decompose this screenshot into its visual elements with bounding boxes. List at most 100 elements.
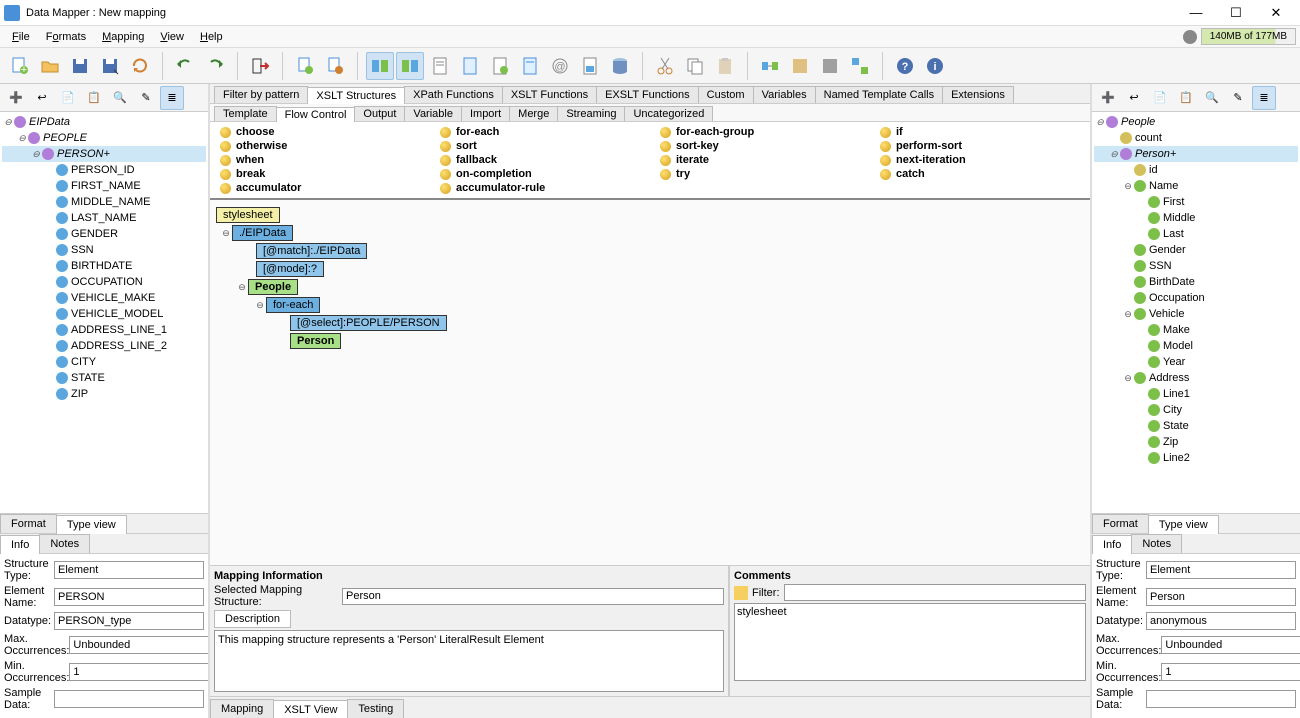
tab-format-r[interactable]: Format — [1092, 514, 1149, 533]
maximize-button[interactable]: ☐ — [1216, 0, 1256, 26]
tree-node[interactable]: MIDDLE_NAME — [71, 196, 150, 208]
left-btn-6[interactable]: ✎ — [134, 86, 158, 110]
tree-node[interactable]: ZIP — [71, 388, 88, 400]
tab-ext[interactable]: Extensions — [942, 86, 1014, 103]
tree-node[interactable]: OCCUPATION — [71, 276, 143, 288]
tree-node[interactable]: Line1 — [1163, 388, 1190, 400]
help-button[interactable]: ? — [891, 52, 919, 80]
paste-button[interactable] — [711, 52, 739, 80]
doc5-button[interactable] — [576, 52, 604, 80]
map-people[interactable]: People — [248, 279, 298, 295]
subtab-output[interactable]: Output — [354, 106, 405, 121]
tab-xslt-view[interactable]: XSLT View — [273, 700, 348, 718]
flow-sort[interactable]: sort — [440, 140, 640, 152]
import-button[interactable] — [291, 52, 319, 80]
saveas-button[interactable] — [96, 52, 124, 80]
tab-named[interactable]: Named Template Calls — [815, 86, 943, 103]
flow-iterate[interactable]: iterate — [660, 154, 860, 166]
map-person[interactable]: Person — [290, 333, 341, 349]
copy-button[interactable] — [681, 52, 709, 80]
left-tree[interactable]: ⊖EIPData ⊖PEOPLE ⊖PERSON+ PERSON_ID FIRS… — [0, 112, 208, 513]
tool4-button[interactable] — [846, 52, 874, 80]
map-select[interactable]: [@select]:PEOPLE/PERSON — [290, 315, 447, 331]
at-button[interactable]: @ — [546, 52, 574, 80]
tree-node[interactable]: Middle — [1163, 212, 1195, 224]
refresh-button[interactable] — [126, 52, 154, 80]
struct-type-input[interactable] — [54, 561, 204, 579]
tree-node[interactable]: FIRST_NAME — [71, 180, 141, 192]
flow-performsort[interactable]: perform-sort — [880, 140, 1080, 152]
tab-testing[interactable]: Testing — [347, 699, 404, 718]
doc2-button[interactable] — [456, 52, 484, 80]
tree-node[interactable]: VEHICLE_MAKE — [71, 292, 155, 304]
datatype-input-r[interactable] — [1146, 612, 1296, 630]
maxocc-input[interactable] — [69, 636, 219, 654]
map-stylesheet[interactable]: stylesheet — [216, 207, 280, 223]
desc-tab[interactable]: Description — [214, 610, 291, 628]
left-btn-2[interactable]: ↩ — [30, 86, 54, 110]
tool1-button[interactable] — [756, 52, 784, 80]
doc3-button[interactable] — [486, 52, 514, 80]
tree-node[interactable]: EIPData — [29, 116, 70, 128]
datatype-input[interactable] — [54, 612, 204, 630]
flow-when[interactable]: when — [220, 154, 420, 166]
tree-node[interactable]: Model — [1163, 340, 1193, 352]
doc4-button[interactable] — [516, 52, 544, 80]
tab-filter[interactable]: Filter by pattern — [214, 86, 308, 103]
tool3-button[interactable] — [816, 52, 844, 80]
tree-node[interactable]: PERSON_ID — [71, 164, 135, 176]
tree-node[interactable]: Gender — [1149, 244, 1186, 256]
flow-fallback[interactable]: fallback — [440, 154, 640, 166]
flow-foreach[interactable]: for-each — [440, 126, 640, 138]
tree-node[interactable]: PERSON+ — [57, 148, 110, 160]
open-button[interactable] — [36, 52, 64, 80]
flow-accumrule[interactable]: accumulator-rule — [440, 182, 640, 194]
subtab-streaming[interactable]: Streaming — [557, 106, 625, 121]
map-mode[interactable]: [@mode]:? — [256, 261, 324, 277]
left-btn-3[interactable]: 📄 — [56, 86, 80, 110]
tool2-button[interactable] — [786, 52, 814, 80]
close-button[interactable]: ✕ — [1256, 0, 1296, 26]
doc1-button[interactable] — [426, 52, 454, 80]
menu-view[interactable]: View — [152, 29, 192, 45]
flow-accum[interactable]: accumulator — [220, 182, 420, 194]
tree-node[interactable]: Make — [1163, 324, 1190, 336]
right-btn-6[interactable]: ✎ — [1226, 86, 1250, 110]
flow-catch[interactable]: catch — [880, 168, 1080, 180]
minocc-input[interactable] — [69, 663, 219, 681]
tree-node[interactable]: Address — [1149, 372, 1189, 384]
maxocc-input-r[interactable] — [1161, 636, 1300, 654]
filter-input[interactable] — [784, 584, 1087, 601]
flow-break[interactable]: break — [220, 168, 420, 180]
export-button[interactable] — [321, 52, 349, 80]
tab-notes[interactable]: Notes — [39, 534, 90, 553]
tree-node[interactable]: Vehicle — [1149, 308, 1184, 320]
tree-node[interactable]: Occupation — [1149, 292, 1205, 304]
elem-name-input[interactable] — [54, 588, 204, 606]
tree-node[interactable]: count — [1135, 132, 1162, 144]
flow-foreachgroup[interactable]: for-each-group — [660, 126, 860, 138]
right-btn-2[interactable]: ↩ — [1122, 86, 1146, 110]
toggle-icon[interactable]: ⊖ — [236, 282, 248, 293]
tab-custom[interactable]: Custom — [698, 86, 754, 103]
subtab-merge[interactable]: Merge — [509, 106, 558, 121]
tab-info[interactable]: Info — [0, 535, 40, 554]
tree-node[interactable]: id — [1149, 164, 1158, 176]
tree-node[interactable]: BirthDate — [1149, 276, 1195, 288]
tree-node[interactable]: Year — [1163, 356, 1185, 368]
tree-node[interactable]: VEHICLE_MODEL — [71, 308, 163, 320]
tab-xpath[interactable]: XPath Functions — [404, 86, 503, 103]
right-btn-4[interactable]: 📋 — [1174, 86, 1198, 110]
flow-try[interactable]: try — [660, 168, 860, 180]
tree-node[interactable]: Zip — [1163, 436, 1178, 448]
tab-xslt-struct[interactable]: XSLT Structures — [307, 87, 405, 104]
tree-node[interactable]: GENDER — [71, 228, 118, 240]
tree-node[interactable]: ADDRESS_LINE_2 — [71, 340, 167, 352]
undo-button[interactable] — [171, 52, 199, 80]
sample-input-r[interactable] — [1146, 690, 1296, 708]
comment-list[interactable]: stylesheet — [734, 603, 1086, 681]
subtab-uncat[interactable]: Uncategorized — [624, 106, 713, 121]
tree-node[interactable]: PEOPLE — [43, 132, 87, 144]
tree-node[interactable]: Last — [1163, 228, 1184, 240]
tab-notes-r[interactable]: Notes — [1131, 534, 1182, 553]
